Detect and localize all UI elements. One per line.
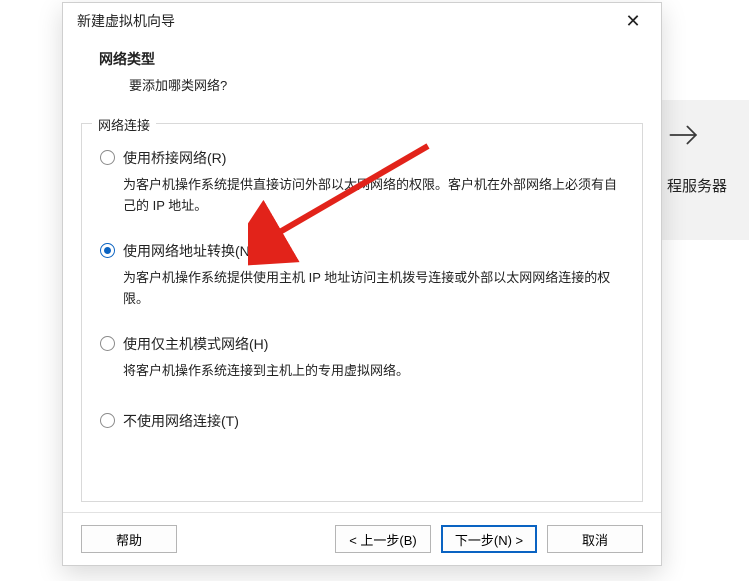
radio-none[interactable]: [100, 413, 115, 428]
titlebar: 新建虚拟机向导 ✕: [63, 3, 661, 39]
desc-nat: 为客户机操作系统提供使用主机 IP 地址访问主机拨号连接或外部以太网网络连接的权…: [123, 267, 624, 310]
radio-bridged[interactable]: [100, 150, 115, 165]
page-subheading: 要添加哪类网络?: [129, 75, 637, 94]
option-hostonly[interactable]: 使用仅主机模式网络(H): [100, 334, 624, 354]
desc-hostonly: 将客户机操作系统连接到主机上的专用虚拟网络。: [123, 360, 624, 381]
back-button[interactable]: < 上一步(B): [335, 525, 431, 553]
next-button[interactable]: 下一步(N) >: [441, 525, 537, 553]
wizard-footer: 帮助 < 上一步(B) 下一步(N) > 取消: [63, 512, 661, 565]
radio-nat[interactable]: [100, 243, 115, 258]
radio-hostonly-label[interactable]: 使用仅主机模式网络(H): [123, 334, 268, 354]
option-none[interactable]: 不使用网络连接(T): [100, 411, 624, 431]
background-panel-label: 程服务器: [667, 175, 727, 196]
page-heading: 网络类型: [99, 49, 637, 69]
close-icon[interactable]: ✕: [615, 3, 651, 39]
dialog-title: 新建虚拟机向导: [77, 11, 615, 31]
group-legend: 网络连接: [92, 115, 156, 134]
background-panel: 程服务器: [659, 100, 749, 240]
radio-nat-label[interactable]: 使用网络地址转换(NAT)(E): [123, 241, 290, 261]
help-button[interactable]: 帮助: [81, 525, 177, 553]
radio-bridged-label[interactable]: 使用桥接网络(R): [123, 148, 226, 168]
radio-hostonly[interactable]: [100, 336, 115, 351]
wizard-header: 网络类型 要添加哪类网络?: [63, 39, 661, 109]
desc-bridged: 为客户机操作系统提供直接访问外部以太网网络的权限。客户机在外部网络上必须有自己的…: [123, 174, 624, 217]
radio-none-label[interactable]: 不使用网络连接(T): [123, 411, 239, 431]
option-bridged[interactable]: 使用桥接网络(R): [100, 148, 624, 168]
arrow-right-icon: [667, 118, 701, 155]
network-connection-group: 网络连接 使用桥接网络(R) 为客户机操作系统提供直接访问外部以太网网络的权限。…: [81, 123, 643, 502]
cancel-button[interactable]: 取消: [547, 525, 643, 553]
option-nat[interactable]: 使用网络地址转换(NAT)(E): [100, 241, 624, 261]
wizard-dialog: 新建虚拟机向导 ✕ 网络类型 要添加哪类网络? 网络连接 使用桥接网络(R) 为…: [62, 2, 662, 566]
